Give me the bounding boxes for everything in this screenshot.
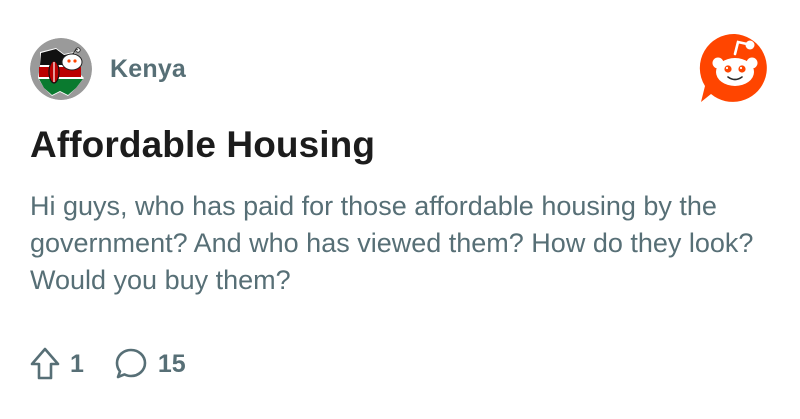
comment-bubble-icon [115, 348, 147, 379]
upvote-button[interactable]: 1 [30, 347, 84, 381]
comment-count: 15 [157, 349, 186, 378]
comments-button[interactable]: 15 [114, 347, 186, 381]
post-body: Hi guys, who has paid for those affordab… [30, 191, 754, 295]
post-header: Kenya [30, 38, 186, 100]
reddit-logo-icon[interactable] [697, 32, 773, 104]
post-card[interactable]: Kenya Affordable Housing Hi guys, who ha… [0, 0, 800, 419]
post-title[interactable]: Affordable Housing [30, 124, 375, 166]
subreddit-name[interactable]: Kenya [110, 55, 186, 84]
kenya-flag-snoo-icon[interactable] [30, 38, 92, 100]
post-actions: 1 15 [30, 346, 186, 382]
upvote-arrow-icon [30, 347, 60, 380]
upvote-count: 1 [70, 349, 84, 378]
